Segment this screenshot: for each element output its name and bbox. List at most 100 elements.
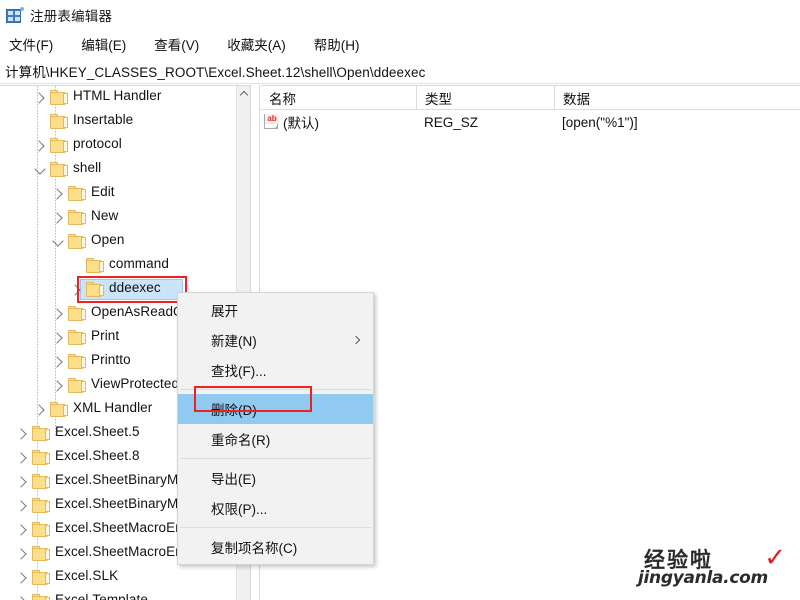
folder-icon (32, 522, 50, 538)
menu-separator (180, 389, 371, 390)
tree-item-label: Excel.Sheet.8 (55, 448, 140, 463)
tree-item-label: Edit (91, 184, 115, 199)
context-menu-item-label: 权限(P)... (211, 502, 268, 517)
chevron-right-icon[interactable] (14, 590, 30, 600)
tree-item[interactable]: protocol (0, 134, 236, 158)
tree-item[interactable]: Insertable (0, 110, 236, 134)
context-menu-item-export[interactable]: 导出(E) (178, 463, 373, 493)
chevron-right-icon (351, 335, 361, 345)
chevron-right-icon[interactable] (50, 350, 66, 374)
tree-item[interactable]: shell (0, 158, 236, 182)
chevron-right-icon[interactable] (50, 374, 66, 398)
context-menu-item-label: 重命名(R) (211, 433, 271, 448)
chevron-right-icon[interactable] (14, 518, 30, 542)
tree-item-label: Print (91, 328, 120, 343)
chevron-right-icon[interactable] (68, 278, 84, 302)
folder-icon (32, 546, 50, 562)
tree-item-label: ViewProtected (91, 376, 180, 391)
chevron-right-icon[interactable] (50, 302, 66, 326)
folder-icon (86, 258, 104, 274)
cell-data: [open("%1")] (562, 114, 638, 130)
column-header-name[interactable]: 名称 (261, 86, 416, 110)
chevron-right-icon[interactable] (14, 566, 30, 590)
chevron-right-icon[interactable] (14, 470, 30, 494)
tree-item-label: Excel.Template (55, 592, 148, 600)
menu-help[interactable]: 帮助(H) (312, 32, 370, 56)
folder-icon (68, 354, 86, 370)
folder-icon (50, 90, 68, 106)
context-menu-item-delete[interactable]: 删除(D) (178, 394, 373, 424)
registry-editor-icon (6, 6, 24, 24)
folder-icon (68, 210, 86, 226)
chevron-right-icon[interactable] (14, 446, 30, 470)
menu-separator (180, 527, 371, 528)
tree-item[interactable]: Excel.SLK (0, 566, 236, 590)
scroll-up-arrow-icon[interactable] (237, 86, 250, 101)
title-bar: 注册表编辑器 (0, 0, 800, 30)
folder-icon (32, 594, 50, 600)
context-menu-item-label: 删除(D) (211, 403, 257, 418)
folder-icon (32, 498, 50, 514)
folder-icon (68, 378, 86, 394)
registry-editor-window: 注册表编辑器 文件(F) 编辑(E) 查看(V) 收藏夹(A) 帮助(H) 计算机\HK… (0, 0, 800, 600)
chevron-right-icon[interactable] (14, 422, 30, 446)
context-menu-item-new[interactable]: 新建(N) (178, 325, 373, 355)
tree-item[interactable]: New (0, 206, 236, 230)
chevron-right-icon[interactable] (14, 494, 30, 518)
menu-view[interactable]: 查看(V) (152, 32, 209, 56)
folder-icon (32, 426, 50, 442)
context-menu-item-expand[interactable]: 展开 (178, 295, 373, 325)
window-title: 注册表编辑器 (30, 9, 113, 24)
address-bar[interactable]: 计算机\HKEY_CLASSES_ROOT\Excel.Sheet.12\she… (0, 58, 800, 84)
values-list-header: 名称 类型 数据 (261, 86, 800, 110)
context-menu-item-permissions[interactable]: 权限(P)... (178, 493, 373, 523)
chevron-right-icon[interactable] (32, 134, 48, 158)
chevron-right-icon[interactable] (50, 326, 66, 350)
folder-icon (32, 570, 50, 586)
folder-icon (32, 474, 50, 490)
folder-icon (68, 186, 86, 202)
tree-item[interactable]: Open (0, 230, 236, 254)
tree-item[interactable]: HTML Handler (0, 86, 236, 110)
tree-item[interactable]: Edit (0, 182, 236, 206)
tree-item-label: shell (73, 160, 102, 175)
tree-item-label: command (109, 256, 169, 271)
chevron-down-icon[interactable] (32, 158, 48, 182)
tree-item[interactable]: command (0, 254, 236, 278)
tree-item-label: ddeexec (109, 280, 161, 295)
cell-type: REG_SZ (424, 114, 479, 130)
table-row[interactable]: (默认) REG_SZ [open("%1")] (261, 110, 800, 134)
folder-icon (68, 306, 86, 322)
tree-item-label: Excel.SLK (55, 568, 119, 583)
context-menu-item-find[interactable]: 查找(F)... (178, 355, 373, 385)
menu-file[interactable]: 文件(F) (7, 32, 63, 56)
context-menu-item-rename[interactable]: 重命名(R) (178, 424, 373, 454)
tree-item[interactable]: Excel.Template (0, 590, 236, 600)
chevron-down-icon[interactable] (50, 230, 66, 254)
string-value-icon (264, 114, 279, 129)
context-menu-item-label: 查找(F)... (211, 364, 267, 379)
tree-item-label: HTML Handler (73, 88, 162, 103)
chevron-right-icon[interactable] (50, 206, 66, 230)
tree-context-menu[interactable]: 展开新建(N) 查找(F)... 删除(D) 重命名(R) 导出(E) 权限(P)... 复… (177, 292, 374, 565)
site-watermark: 经验啦 ✓ jingyanla.com (637, 542, 790, 592)
column-header-type[interactable]: 类型 (416, 86, 554, 110)
folder-icon (50, 114, 68, 130)
column-header-data[interactable]: 数据 (554, 86, 800, 110)
chevron-right-icon[interactable] (32, 86, 48, 110)
registry-path: 计算机\HKEY_CLASSES_ROOT\Excel.Sheet.12\she… (5, 64, 426, 80)
tree-item-label: protocol (73, 136, 122, 151)
chevron-right-icon[interactable] (32, 398, 48, 422)
context-menu-item-copy-key-name[interactable]: 复制项名称(C) (178, 532, 373, 562)
folder-icon (50, 402, 68, 418)
chevron-right-icon[interactable] (14, 542, 30, 566)
folder-icon (86, 282, 104, 298)
menu-separator (180, 458, 371, 459)
watermark-domain: jingyanla.com (637, 567, 770, 590)
context-menu-item-label: 导出(E) (211, 472, 256, 487)
context-menu-item-label: 展开 (211, 304, 238, 319)
menu-favorites[interactable]: 收藏夹(A) (225, 32, 296, 56)
tree-item-label: XML Handler (73, 400, 153, 415)
chevron-right-icon[interactable] (50, 182, 66, 206)
menu-edit[interactable]: 编辑(E) (79, 32, 136, 56)
